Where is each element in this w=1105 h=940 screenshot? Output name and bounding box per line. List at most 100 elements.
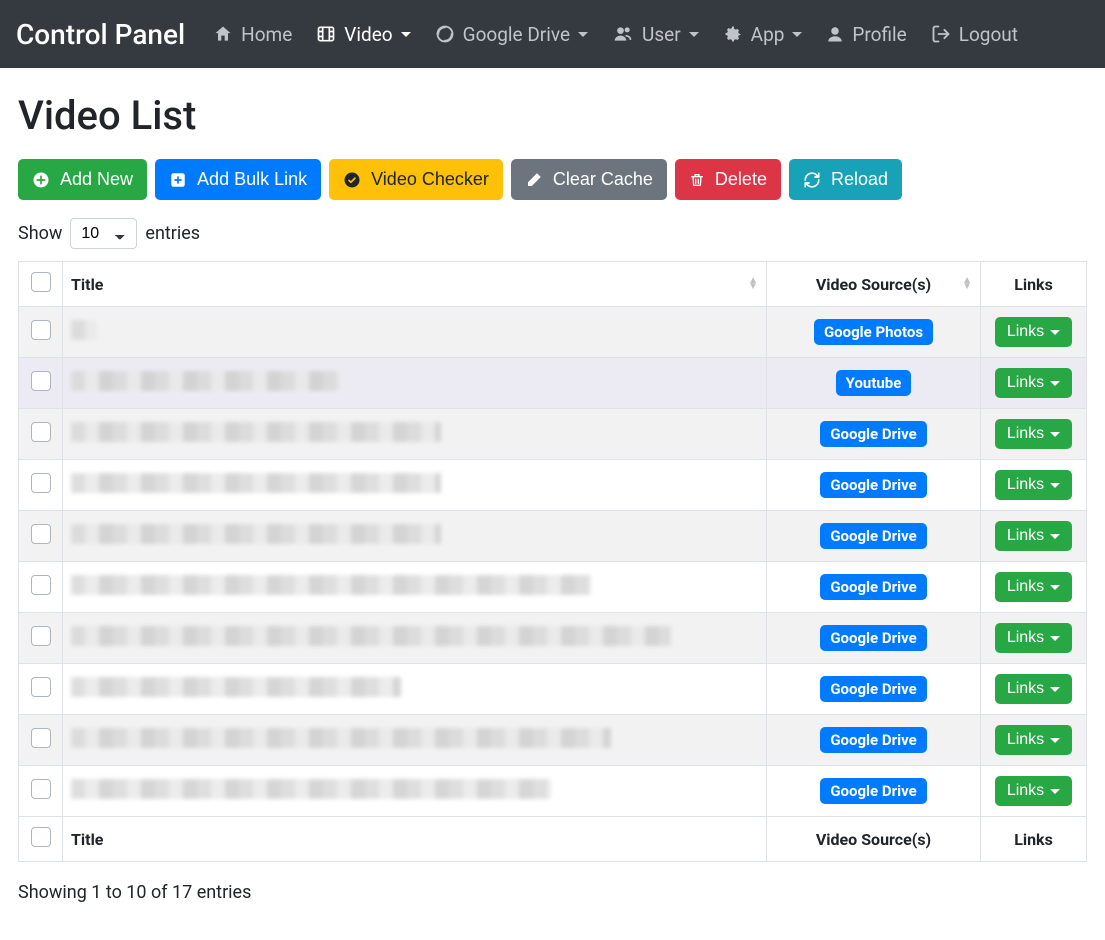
nav-item-video[interactable]: Video [304, 15, 422, 54]
chevron-down-icon [1050, 687, 1060, 692]
add-new-button[interactable]: Add New [18, 159, 147, 200]
chevron-down-icon [1050, 432, 1060, 437]
row-checkbox[interactable] [31, 626, 51, 646]
links-dropdown-button[interactable]: Links [995, 623, 1072, 653]
add-new-label: Add New [60, 167, 133, 192]
row-checkbox[interactable] [31, 779, 51, 799]
title-blurred [71, 422, 441, 442]
source-badge: Google Drive [820, 421, 926, 447]
home-icon [213, 24, 233, 44]
chevron-down-icon [1050, 585, 1060, 590]
select-all-checkbox[interactable] [31, 272, 51, 292]
plus-circle-icon [32, 171, 50, 189]
title-blurred [71, 371, 341, 391]
footer-links: Links [981, 817, 1087, 862]
refresh-icon [803, 171, 821, 189]
nav-item-user[interactable]: User [600, 15, 711, 54]
links-dropdown-button[interactable]: Links [995, 521, 1072, 551]
nav-item-label: Home [241, 23, 292, 46]
row-checkbox[interactable] [31, 524, 51, 544]
links-dropdown-button[interactable]: Links [995, 725, 1072, 755]
logout-icon [931, 24, 951, 44]
user-icon [826, 24, 844, 44]
title-blurred [71, 626, 671, 646]
nav-item-profile[interactable]: Profile [814, 15, 918, 54]
links-dropdown-button[interactable]: Links [995, 674, 1072, 704]
links-dropdown-button[interactable]: Links [995, 368, 1072, 398]
source-badge: Google Photos [814, 319, 933, 345]
delete-button[interactable]: Delete [675, 159, 781, 200]
select-all-footer-checkbox[interactable] [31, 827, 51, 847]
length-control: Show 102550100 entries [18, 218, 1087, 249]
footer-title: Title [63, 817, 767, 862]
links-dropdown-button[interactable]: Links [995, 776, 1072, 806]
row-checkbox[interactable] [31, 728, 51, 748]
gdrive-icon [435, 24, 455, 44]
table-row: Google Drive Links [19, 613, 1087, 664]
clear-cache-button[interactable]: Clear Cache [511, 159, 667, 200]
plus-square-icon [169, 171, 187, 189]
header-source[interactable]: Video Source(s) ▲▼ [767, 262, 981, 307]
entries-select[interactable]: 102550100 [70, 218, 137, 249]
clear-cache-label: Clear Cache [553, 167, 653, 192]
trash-icon [689, 171, 705, 189]
video-table: Title ▲▼ Video Source(s) ▲▼ Links Google… [18, 261, 1087, 862]
header-title-label: Title [71, 275, 103, 294]
reload-button[interactable]: Reload [789, 159, 902, 200]
row-checkbox[interactable] [31, 677, 51, 697]
table-row: Google DriveLinks [19, 562, 1087, 613]
chevron-down-icon [578, 32, 588, 37]
eraser-icon [525, 171, 543, 189]
footer-source: Video Source(s) [767, 817, 981, 862]
chevron-down-icon [792, 32, 802, 37]
nav-item-logout[interactable]: Logout [919, 15, 1030, 54]
delete-label: Delete [715, 167, 767, 192]
nav-item-google-drive[interactable]: Google Drive [423, 15, 600, 54]
title-cell [63, 715, 767, 766]
video-checker-button[interactable]: Video Checker [329, 159, 503, 200]
row-checkbox[interactable] [31, 320, 51, 340]
title-blurred [71, 677, 401, 697]
row-checkbox[interactable] [31, 422, 51, 442]
source-badge: Google Drive [820, 625, 926, 651]
title-cell [63, 409, 767, 460]
chevron-down-icon [1050, 483, 1060, 488]
title-blurred [71, 473, 441, 493]
add-bulk-link-button[interactable]: Add Bulk Link [155, 159, 321, 200]
nav-item-home[interactable]: Home [201, 15, 304, 54]
table-row: Google DriveLinks [19, 664, 1087, 715]
source-badge: Google Drive [820, 523, 926, 549]
links-dropdown-button[interactable]: Links [995, 317, 1072, 347]
entries-label: entries [145, 223, 200, 244]
header-links-label: Links [1014, 275, 1053, 294]
navbar-brand[interactable]: Control Panel [16, 18, 185, 51]
film-icon [316, 24, 336, 44]
links-dropdown-button[interactable]: Links [995, 470, 1072, 500]
source-badge: Youtube [836, 370, 912, 396]
source-badge: Google Drive [820, 778, 926, 804]
links-dropdown-button[interactable]: Links [995, 572, 1072, 602]
title-cell [63, 766, 767, 817]
title-blurred [71, 779, 551, 799]
row-checkbox[interactable] [31, 575, 51, 595]
table-row: Google DriveLinks [19, 715, 1087, 766]
nav-item-app[interactable]: App [711, 15, 815, 54]
row-checkbox[interactable] [31, 371, 51, 391]
chevron-down-icon [1050, 738, 1060, 743]
header-title[interactable]: Title ▲▼ [63, 262, 767, 307]
nav-item-label: User [642, 23, 681, 46]
table-row: Youtube Links [19, 358, 1087, 409]
footer-checkbox-cell [19, 817, 63, 862]
toolbar: Add New Add Bulk Link Video Checker Clea… [18, 159, 1087, 200]
title-cell [63, 664, 767, 715]
row-checkbox[interactable] [31, 473, 51, 493]
sort-icon: ▲▼ [748, 278, 758, 290]
cog-icon [723, 24, 743, 44]
table-row: Google Drive Links [19, 511, 1087, 562]
links-dropdown-button[interactable]: Links [995, 419, 1072, 449]
table-row: Google Drive Links [19, 409, 1087, 460]
header-source-label: Video Source(s) [816, 275, 931, 294]
source-badge: Google Drive [820, 472, 926, 498]
users-icon [612, 24, 634, 44]
chevron-down-icon [1050, 330, 1060, 335]
